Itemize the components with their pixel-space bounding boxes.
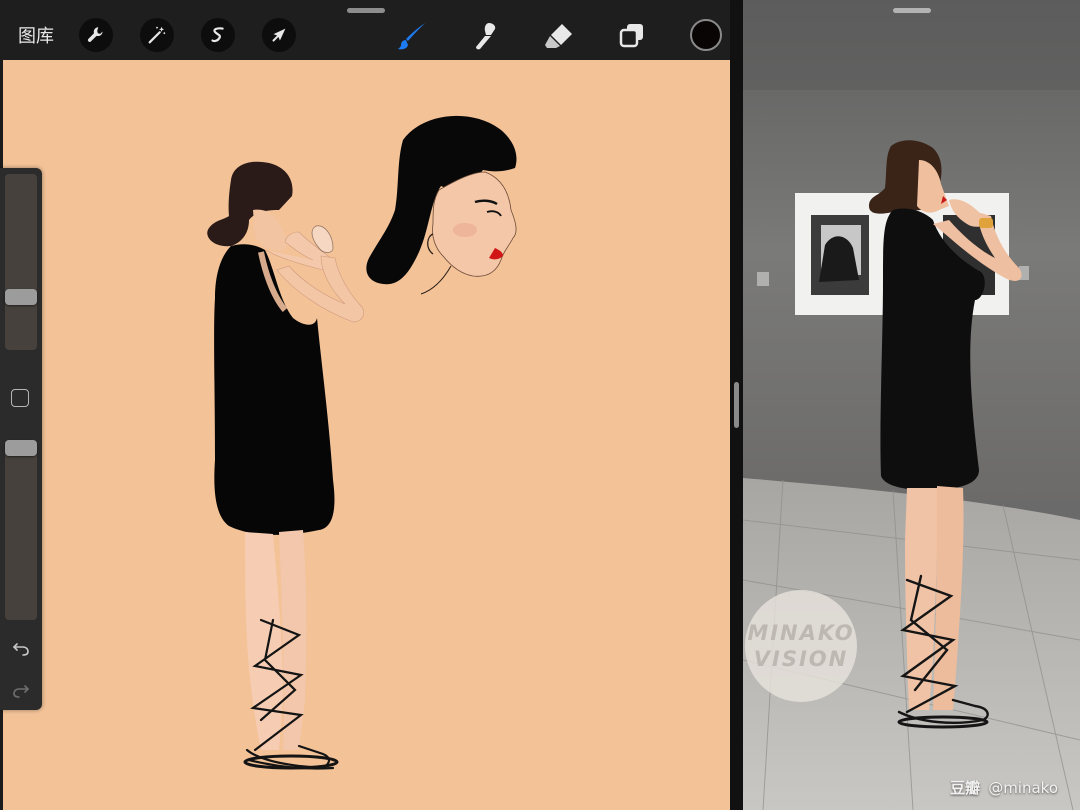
selection-icon bbox=[211, 27, 224, 43]
head-study-sketch bbox=[366, 115, 517, 295]
split-view-handle[interactable] bbox=[734, 382, 739, 428]
selection-button[interactable] bbox=[201, 18, 235, 52]
gallery-button[interactable]: 图库 bbox=[18, 22, 54, 48]
transform-button[interactable] bbox=[262, 18, 296, 52]
arrow-cursor-icon bbox=[272, 28, 286, 42]
brush-tool[interactable] bbox=[392, 18, 432, 54]
smudge-tool[interactable] bbox=[465, 18, 505, 54]
brush-icon bbox=[398, 23, 425, 50]
brush-sidebar bbox=[0, 168, 42, 710]
canvas-artwork bbox=[207, 115, 517, 770]
credit-site: 豆瓣 bbox=[950, 779, 981, 797]
brush-size-slider[interactable] bbox=[5, 174, 37, 350]
layers-tool[interactable] bbox=[612, 18, 652, 54]
split-view-divider[interactable] bbox=[730, 0, 743, 810]
watermark-line-2: VISION bbox=[753, 647, 849, 671]
multitask-grabber[interactable] bbox=[347, 8, 385, 13]
eraser-icon bbox=[545, 24, 572, 48]
brush-size-thumb[interactable] bbox=[5, 289, 37, 306]
layers-icon bbox=[619, 24, 643, 48]
opacity-thumb[interactable] bbox=[5, 440, 37, 456]
adjustments-button[interactable] bbox=[140, 18, 174, 52]
top-toolbar: 图库 bbox=[0, 0, 736, 60]
procreate-app: 图库 bbox=[0, 0, 736, 810]
smudge-icon bbox=[476, 23, 496, 50]
credit-user: @minako bbox=[988, 779, 1058, 797]
figure-sketch bbox=[207, 161, 365, 770]
eraser-tool[interactable] bbox=[539, 18, 579, 54]
color-picker-button[interactable] bbox=[690, 19, 722, 51]
undo-icon[interactable] bbox=[11, 638, 31, 658]
redo-icon[interactable] bbox=[11, 680, 31, 700]
drawing-canvas[interactable] bbox=[3, 60, 730, 810]
actions-button[interactable] bbox=[79, 18, 113, 52]
photo-viewer: MINAKO VISION 豆瓣 @minako bbox=[743, 0, 1080, 810]
wrench-icon bbox=[87, 27, 103, 42]
watermark-logo: MINAKO VISION bbox=[745, 590, 857, 702]
photo-credit: 豆瓣 @minako bbox=[950, 777, 1058, 798]
modify-button[interactable] bbox=[11, 389, 29, 407]
multitask-grabber-right[interactable] bbox=[893, 8, 931, 13]
magic-wand-icon bbox=[148, 26, 166, 44]
opacity-slider[interactable] bbox=[5, 440, 37, 620]
watermark-line-1: MINAKO bbox=[747, 621, 855, 645]
